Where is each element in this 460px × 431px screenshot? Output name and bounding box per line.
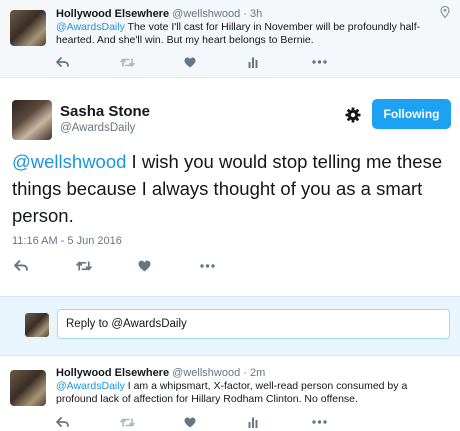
more-icon: [312, 420, 327, 424]
user-handle[interactable]: @wellshwood: [172, 367, 240, 379]
retweet-button[interactable]: [76, 259, 138, 273]
more-icon: [312, 60, 327, 64]
tweet-actions: [56, 415, 376, 429]
reply-button[interactable]: [14, 259, 76, 273]
following-button[interactable]: Following: [372, 99, 451, 129]
user-handle[interactable]: @AwardsDaily: [60, 122, 135, 134]
analytics-icon: [248, 57, 258, 68]
avatar[interactable]: [10, 370, 46, 406]
tweet-top[interactable]: Hollywood Elsewhere @wellshwood · 3h @Aw…: [0, 0, 460, 78]
location-pin-icon[interactable]: [440, 6, 450, 18]
user-handle[interactable]: @wellshwood: [172, 8, 240, 20]
reply-icon: [56, 416, 69, 427]
tweet-actions: [56, 55, 376, 69]
more-icon: [200, 264, 215, 268]
reply-composer: Reply to @AwardsDaily: [0, 296, 460, 355]
mention-link[interactable]: @AwardsDaily: [56, 21, 125, 33]
mention-link[interactable]: @wellshwood: [12, 151, 126, 172]
reply-button[interactable]: [56, 415, 120, 429]
heart-icon: [184, 417, 196, 427]
tweet-time[interactable]: 3h: [250, 8, 262, 20]
analytics-icon: [248, 417, 258, 428]
heart-icon: [184, 57, 196, 67]
gear-icon[interactable]: [345, 107, 361, 123]
user-name[interactable]: Sasha Stone: [60, 103, 150, 120]
reply-button[interactable]: [56, 55, 120, 69]
like-button[interactable]: [184, 55, 248, 69]
like-button[interactable]: [138, 259, 200, 273]
retweet-icon: [120, 417, 135, 427]
avatar[interactable]: [10, 10, 46, 46]
tweet-header: Hollywood Elsewhere @wellshwood · 2m: [56, 367, 265, 379]
tweet-bottom[interactable]: Hollywood Elsewhere @wellshwood · 2m @Aw…: [0, 355, 460, 431]
separator-dot: ·: [243, 8, 247, 20]
retweet-icon: [120, 57, 135, 67]
more-button[interactable]: [312, 415, 376, 429]
retweet-icon: [76, 261, 92, 271]
reply-input[interactable]: Reply to @AwardsDaily: [57, 309, 450, 339]
analytics-button[interactable]: [248, 415, 312, 429]
retweet-button[interactable]: [120, 415, 184, 429]
tweet-timestamp[interactable]: 11:16 AM - 5 Jun 2016: [12, 235, 122, 247]
avatar: [25, 313, 49, 337]
tweet-text: @AwardsDaily I am a whipsmart, X-factor,…: [56, 380, 446, 406]
tweet-actions: [14, 259, 262, 273]
user-name[interactable]: Hollywood Elsewhere: [56, 8, 169, 20]
analytics-button[interactable]: [248, 55, 312, 69]
tweet-header: Hollywood Elsewhere @wellshwood · 3h: [56, 8, 262, 20]
main-tweet: Sasha Stone @AwardsDaily Following @well…: [0, 78, 460, 296]
user-name[interactable]: Hollywood Elsewhere: [56, 367, 169, 379]
like-button[interactable]: [184, 415, 248, 429]
retweet-button[interactable]: [120, 55, 184, 69]
avatar[interactable]: [12, 100, 52, 140]
reply-icon: [14, 260, 28, 271]
separator-dot: ·: [243, 367, 247, 379]
more-button[interactable]: [312, 55, 376, 69]
tweet-time[interactable]: 2m: [250, 367, 265, 379]
tweet-text: @AwardsDaily The vote I'll cast for Hill…: [56, 21, 446, 47]
tweet-text: @wellshwood I wish you would stop tellin…: [12, 148, 448, 229]
more-button[interactable]: [200, 259, 262, 273]
heart-icon: [138, 260, 151, 272]
mention-link[interactable]: @AwardsDaily: [56, 380, 125, 392]
reply-icon: [56, 56, 69, 67]
